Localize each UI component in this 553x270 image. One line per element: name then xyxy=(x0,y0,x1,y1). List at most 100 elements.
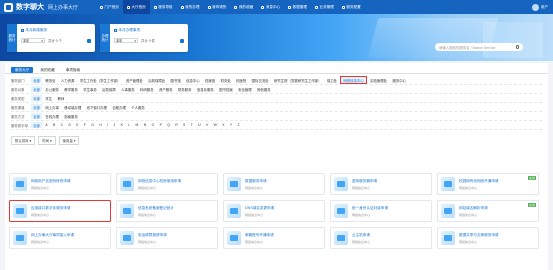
search-input[interactable]: 请输入搜索的服务名 / Search Service xyxy=(435,43,523,51)
filter-option[interactable]: 财务服务 xyxy=(176,86,194,93)
period-select[interactable]: 本年 ▾ xyxy=(114,38,138,43)
filter-option[interactable]: 学生工作处（学生工作部） xyxy=(78,77,123,84)
filter-option[interactable]: 实验管理处 xyxy=(368,77,389,84)
tab[interactable]: 服务大厅 xyxy=(11,67,34,73)
nav-item[interactable]: 业务管理 xyxy=(311,0,338,14)
filter-option[interactable]: 办公服务 xyxy=(43,86,61,93)
filter-option[interactable]: Y xyxy=(228,122,235,128)
user-name[interactable]: 用户 xyxy=(541,5,548,10)
filter-option[interactable]: 后勤保障 xyxy=(100,86,118,93)
filter-option[interactable]: 全部 xyxy=(31,94,43,102)
nav-item[interactable]: 我申请的 xyxy=(204,0,231,14)
service-card[interactable]: 网络用户名密码修改申请 网络信息中心 xyxy=(9,173,111,195)
filter-option[interactable]: O xyxy=(149,122,156,128)
service-card[interactable]: DNS域名变更申请 网络信息中心 xyxy=(223,200,325,222)
service-title[interactable]: 网络用户名密码修改申请 xyxy=(31,179,107,184)
filter-option[interactable]: 财务处 xyxy=(218,77,233,84)
filter-option[interactable]: 全部 xyxy=(31,103,43,111)
service-title[interactable]: 云主机申请 xyxy=(352,233,428,238)
filter-option[interactable]: 图书档案 xyxy=(217,86,235,93)
service-title[interactable]: 电话故障报修申请 xyxy=(138,233,214,238)
service-title[interactable]: DNS域名变更申请 xyxy=(245,206,321,211)
nav-item[interactable]: 我的收藏 xyxy=(230,0,257,14)
service-title[interactable]: 校园网有线网络开通申请 xyxy=(459,179,535,184)
filter-option[interactable]: V xyxy=(204,122,211,128)
search-icon[interactable] xyxy=(515,45,519,49)
filter-option[interactable]: N xyxy=(142,122,149,128)
filter-option[interactable]: 全部 xyxy=(31,85,43,93)
service-title[interactable]: 数据共享与交换服务申请 xyxy=(459,233,535,238)
filter-option[interactable]: 线下窗口办理 xyxy=(84,104,109,111)
service-title[interactable]: 邮箱账号开通申请 xyxy=(245,233,321,238)
service-card[interactable]: 数据共享与交换服务申请 网络信息中心 xyxy=(437,227,539,249)
filter-option[interactable]: 全部 xyxy=(31,76,43,84)
filter-option[interactable]: 研究生院（党委研究生工作部） xyxy=(272,77,324,84)
filter-option[interactable]: X xyxy=(220,122,227,128)
filter-option[interactable]: F xyxy=(82,122,88,128)
filter-option[interactable]: 其他服务 xyxy=(255,86,273,93)
filter-option[interactable]: 网上办事 xyxy=(43,104,61,111)
service-title[interactable]: 虚拟服务器申请 xyxy=(352,179,428,184)
nav-item[interactable]: 门户首页 xyxy=(96,0,123,14)
filter-option[interactable]: 全部 xyxy=(31,121,43,129)
service-title[interactable]: 网络信息中心机房使用申请 xyxy=(138,179,214,184)
filter-option[interactable]: 服务中心 xyxy=(390,77,408,84)
filter-option[interactable]: E xyxy=(74,122,81,128)
nav-item[interactable]: 大厅首页 xyxy=(122,0,150,14)
user-area[interactable]: 用户 xyxy=(531,3,548,11)
service-title[interactable]: 数据服务申请 xyxy=(245,179,321,184)
filter-option[interactable]: 网络信息中心 xyxy=(340,75,367,85)
filter-option[interactable]: 信息中心 xyxy=(184,77,202,84)
filter-option[interactable]: 教师 xyxy=(55,95,66,102)
filter-option[interactable]: 自助办理 xyxy=(110,104,128,111)
sort-button[interactable]: 默认排序 ▾ xyxy=(11,135,36,145)
service-card[interactable]: 应用接口数字化服务申请 网络信息中心 xyxy=(9,200,111,222)
filter-option[interactable]: U xyxy=(196,122,203,128)
filter-option[interactable]: H xyxy=(97,122,104,128)
service-card[interactable]: 邮箱账号开通申请 网络信息中心 xyxy=(223,227,325,249)
service-card[interactable]: 校园网有线网络开通申请 网络信息中心 在线 xyxy=(437,173,539,195)
service-card[interactable]: 网络信息中心机房使用申请 网络信息中心 xyxy=(116,173,218,195)
service-card[interactable]: 云主机申请 网络信息中心 xyxy=(330,227,432,249)
filter-option[interactable]: G xyxy=(89,122,96,128)
service-title[interactable]: 统一身份认证对接申请 xyxy=(352,206,428,211)
service-card[interactable]: 信息系统备案登记统计 网络信息中心 xyxy=(116,200,218,222)
filter-option[interactable]: D xyxy=(66,122,73,128)
filter-option[interactable]: 保卫处 xyxy=(325,77,340,84)
service-title[interactable]: 网站域名解析申请 xyxy=(459,206,535,211)
filter-option[interactable]: I xyxy=(105,122,110,128)
sort-button[interactable]: 使用量 ▾ xyxy=(58,135,80,145)
filter-option[interactable]: Z xyxy=(235,122,241,128)
nav-item[interactable]: 服务导航 xyxy=(150,0,177,14)
filter-option[interactable]: 学生 xyxy=(43,95,54,102)
service-title[interactable]: 应用接口数字化服务申请 xyxy=(31,206,107,211)
sort-button[interactable]: 时间 ▾ xyxy=(38,135,56,145)
filter-option[interactable]: J xyxy=(111,122,117,128)
filter-option[interactable]: 国际交流处 xyxy=(249,77,270,84)
tab[interactable]: 我的收藏 xyxy=(36,67,58,73)
service-card[interactable]: 电话故障报修申请 网络信息中心 xyxy=(116,227,218,249)
filter-option[interactable]: K xyxy=(118,122,125,128)
filter-option[interactable]: S xyxy=(181,122,188,128)
nav-item[interactable]: 我的办理 xyxy=(177,0,204,14)
filter-option[interactable]: 人事服务 xyxy=(119,86,137,93)
nav-item[interactable]: 服务配置 xyxy=(338,0,365,14)
logo[interactable]: 数字聊大 网上办事大厅 xyxy=(4,2,78,12)
service-card[interactable]: 统一身份认证对接申请 网络信息中心 xyxy=(330,200,432,222)
filter-option[interactable]: L xyxy=(126,122,132,128)
filter-option[interactable]: 全部 xyxy=(31,112,43,120)
avatar[interactable] xyxy=(531,3,539,11)
filter-option[interactable]: R xyxy=(173,122,180,128)
filter-option[interactable]: C xyxy=(58,122,65,128)
service-title[interactable]: 网上办事大厅事项接入申请 xyxy=(31,233,107,238)
service-card[interactable]: 数据服务申请 网络信息中心 xyxy=(223,173,325,195)
filter-option[interactable]: 学生事务 xyxy=(81,86,99,93)
refresh-icon[interactable] xyxy=(87,38,91,43)
filter-option[interactable]: 后勤保障处 xyxy=(146,77,167,84)
filter-option[interactable]: 指南服务 xyxy=(62,113,80,120)
period-select[interactable]: 本年 ▾ xyxy=(21,38,45,43)
nav-item[interactable]: 消息中心 xyxy=(257,0,284,14)
filter-option[interactable]: Q xyxy=(165,122,172,128)
filter-option[interactable]: M xyxy=(133,122,140,128)
filter-option[interactable]: 档案馆 xyxy=(203,77,218,84)
